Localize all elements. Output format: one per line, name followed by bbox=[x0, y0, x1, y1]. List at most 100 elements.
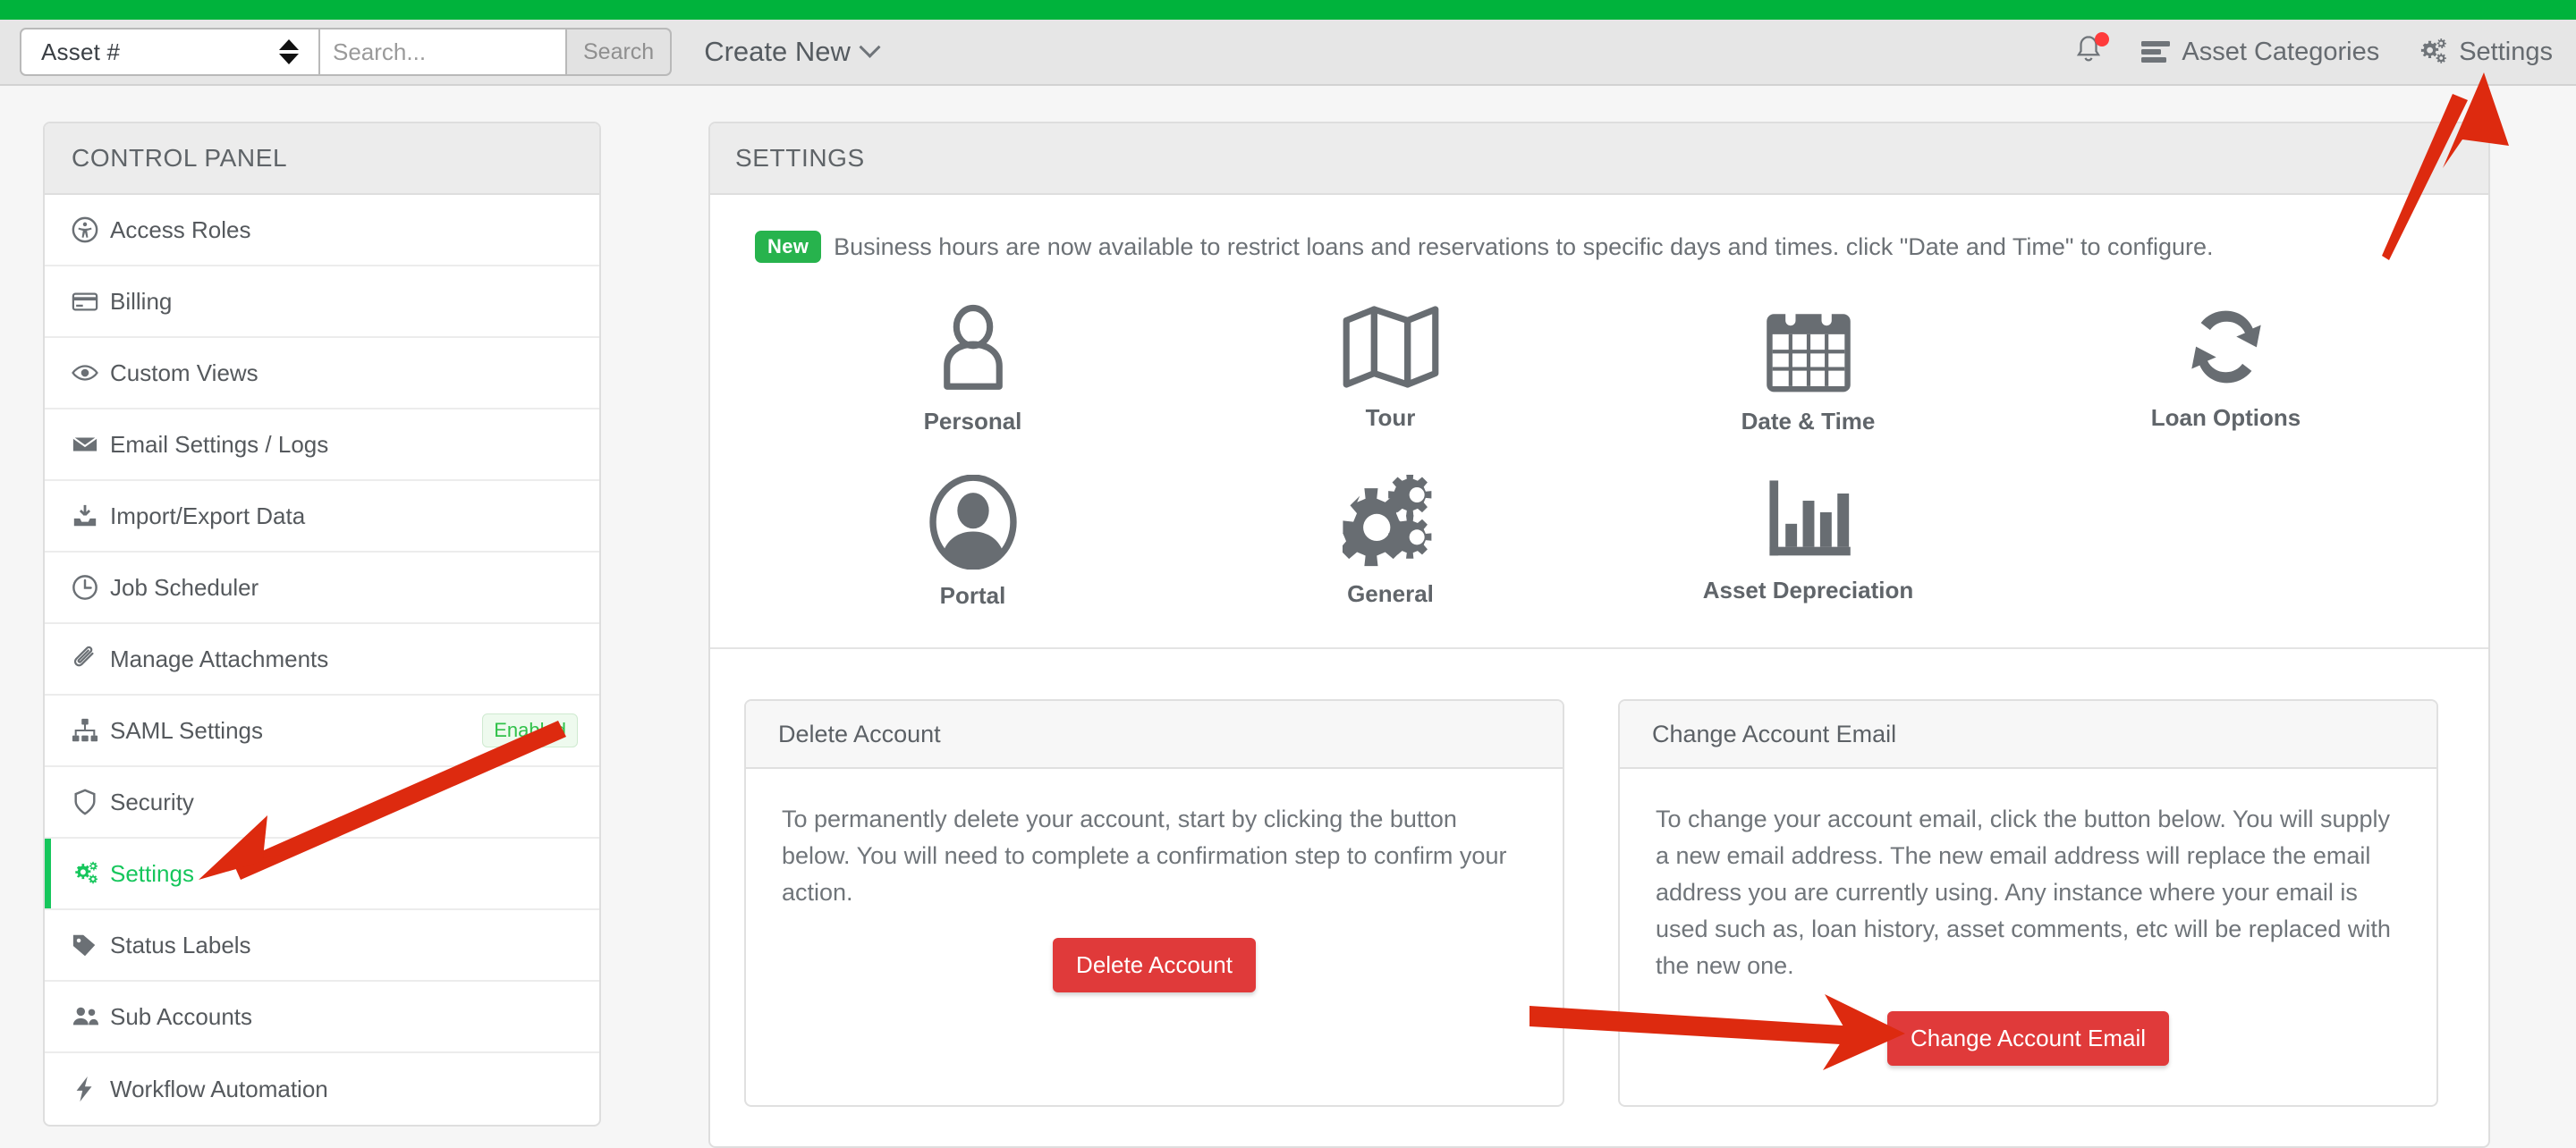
header-left-group: Asset # Search Create New bbox=[0, 28, 881, 76]
change-account-email-card-body: To change your account email, click the … bbox=[1620, 769, 2436, 1105]
settings-tile-label: Date & Time bbox=[1741, 408, 1876, 435]
app-header: Asset # Search Create New bbox=[0, 20, 2576, 86]
sidebar-item-settings[interactable]: Settings bbox=[45, 839, 599, 910]
settings-tile-date-time[interactable]: Date & Time bbox=[1599, 283, 2017, 439]
credit-card-icon bbox=[72, 288, 102, 315]
change-account-email-card: Change Account Email To change your acco… bbox=[1618, 699, 2438, 1108]
map-icon bbox=[1341, 302, 1441, 392]
sitemap-icon bbox=[72, 717, 102, 744]
settings-tile-label: Personal bbox=[923, 408, 1022, 435]
search-scope-select[interactable]: Asset # bbox=[20, 28, 320, 76]
search-button[interactable]: Search bbox=[567, 28, 673, 76]
sidebar-item-label: Custom Views bbox=[110, 359, 258, 386]
change-account-email-description: To change your account email, click the … bbox=[1656, 806, 2391, 980]
paperclip-icon bbox=[72, 646, 102, 672]
users-icon bbox=[72, 1003, 102, 1030]
settings-tile-tour[interactable]: Tour bbox=[1182, 283, 1599, 439]
sidebar-title: CONTROL PANEL bbox=[45, 123, 599, 195]
search-scope-value: Asset # bbox=[41, 38, 121, 65]
settings-panel: SETTINGS New Business hours are now avai… bbox=[708, 122, 2490, 1148]
create-new-label: Create New bbox=[704, 36, 851, 67]
sidebar-item-status-labels[interactable]: Status Labels bbox=[45, 910, 599, 982]
settings-tile-portal[interactable]: Portal bbox=[764, 455, 1182, 612]
sidebar-item-sub-accounts[interactable]: Sub Accounts bbox=[45, 982, 599, 1053]
business-hours-notice-text: Business hours are now available to rest… bbox=[834, 232, 2214, 260]
delete-account-card-title: Delete Account bbox=[746, 701, 1563, 769]
sidebar-item-label: Import/Export Data bbox=[110, 502, 306, 529]
sidebar-item-email-settings-logs[interactable]: Email Settings / Logs bbox=[45, 409, 599, 481]
sidebar-item-label: Security bbox=[110, 788, 194, 815]
settings-tile-asset-depreciation[interactable]: Asset Depreciation bbox=[1599, 455, 2017, 612]
sidebar-item-workflow-automation[interactable]: Workflow Automation bbox=[45, 1053, 599, 1125]
settings-tile-label: Loan Options bbox=[2150, 404, 2301, 431]
sidebar-item-label: Access Roles bbox=[110, 215, 251, 243]
delete-account-description: To permanently delete your account, star… bbox=[782, 806, 1507, 907]
change-account-email-button[interactable]: Change Account Email bbox=[1886, 1011, 2170, 1067]
calendar-icon bbox=[1764, 302, 1853, 395]
new-badge: New bbox=[755, 231, 822, 263]
sidebar-item-manage-attachments[interactable]: Manage Attachments bbox=[45, 624, 599, 696]
refresh-cycle-icon bbox=[2182, 302, 2271, 392]
sidebar-item-label: Job Scheduler bbox=[110, 573, 259, 601]
gears-icon bbox=[2421, 38, 2447, 63]
eye-icon bbox=[72, 359, 102, 386]
gears-icon bbox=[72, 861, 102, 886]
change-account-email-card-title: Change Account Email bbox=[1620, 701, 2436, 769]
settings-tile-label: Asset Depreciation bbox=[1702, 577, 1914, 604]
settings-tiles-grid: Personal Tour Date & Time Loan Options Porta… bbox=[710, 263, 2488, 647]
settings-tile-label: Portal bbox=[939, 582, 1006, 609]
sidebar-item-billing[interactable]: Billing bbox=[45, 266, 599, 338]
chevron-down-icon bbox=[859, 36, 881, 58]
sidebar-item-label: SAML Settings bbox=[110, 716, 264, 744]
sidebar-item-label: Status Labels bbox=[110, 931, 251, 958]
sidebar-item-security[interactable]: Security bbox=[45, 767, 599, 839]
search-input[interactable] bbox=[320, 28, 567, 76]
header-settings-link[interactable]: Settings bbox=[2417, 38, 2553, 67]
tag-icon bbox=[72, 932, 102, 958]
header-right-group: Asset Categories Settings bbox=[2073, 32, 2576, 71]
envelope-icon bbox=[72, 431, 102, 458]
download-inbox-icon bbox=[72, 502, 102, 529]
sidebar-item-label: Manage Attachments bbox=[110, 645, 329, 672]
account-action-cards: Delete Account To permanently delete you… bbox=[710, 649, 2488, 1146]
create-new-menu[interactable]: Create New bbox=[704, 36, 881, 68]
delete-account-button[interactable]: Delete Account bbox=[1053, 938, 1256, 993]
gears-icon bbox=[1342, 475, 1439, 568]
clock-icon bbox=[72, 574, 102, 601]
person-outline-icon bbox=[927, 302, 1020, 395]
control-panel-sidebar: CONTROL PANEL Access Roles Billing Custom … bbox=[43, 122, 601, 1127]
header-asset-categories-link[interactable]: Asset Categories bbox=[2141, 38, 2379, 67]
status-badge: Enabled bbox=[482, 713, 578, 747]
brand-top-strip bbox=[0, 0, 2576, 20]
notifications-button[interactable] bbox=[2073, 32, 2110, 71]
header-asset-categories-label: Asset Categories bbox=[2182, 37, 2380, 66]
settings-tile-loan-options[interactable]: Loan Options bbox=[2017, 283, 2435, 439]
settings-tile-personal[interactable]: Personal bbox=[764, 283, 1182, 439]
shield-icon bbox=[72, 789, 102, 815]
sidebar-item-custom-views[interactable]: Custom Views bbox=[45, 338, 599, 409]
bar-chart-icon bbox=[1764, 475, 1853, 564]
bolt-icon bbox=[72, 1076, 102, 1102]
sort-arrows-icon bbox=[279, 39, 299, 64]
user-circle-icon bbox=[928, 475, 1018, 570]
page-title: SETTINGS bbox=[710, 123, 2488, 195]
sidebar-item-label: Billing bbox=[110, 287, 173, 315]
notification-dot-badge bbox=[2095, 32, 2110, 46]
settings-tile-label: Tour bbox=[1365, 404, 1416, 431]
delete-account-card-body: To permanently delete your account, star… bbox=[746, 769, 1563, 1105]
header-settings-label: Settings bbox=[2459, 37, 2553, 66]
sidebar-item-import-export-data[interactable]: Import/Export Data bbox=[45, 481, 599, 553]
sidebar-item-saml-settings[interactable]: SAML Settings Enabled bbox=[45, 696, 599, 767]
sidebar-item-list: Access Roles Billing Custom Views Email Set… bbox=[45, 195, 599, 1125]
sidebar-item-access-roles[interactable]: Access Roles bbox=[45, 195, 599, 266]
sidebar-item-label: Sub Accounts bbox=[110, 1002, 252, 1030]
settings-tile-label: General bbox=[1347, 580, 1434, 607]
list-bars-icon bbox=[2141, 41, 2171, 63]
delete-account-card: Delete Account To permanently delete you… bbox=[744, 699, 1564, 1108]
business-hours-notice: New Business hours are now available to … bbox=[710, 195, 2488, 263]
sidebar-item-job-scheduler[interactable]: Job Scheduler bbox=[45, 553, 599, 624]
settings-tile-general[interactable]: General bbox=[1182, 455, 1599, 612]
sidebar-item-label: Workflow Automation bbox=[110, 1075, 328, 1102]
universal-access-icon bbox=[72, 216, 102, 243]
page-body: CONTROL PANEL Access Roles Billing Custom … bbox=[0, 86, 2576, 1148]
